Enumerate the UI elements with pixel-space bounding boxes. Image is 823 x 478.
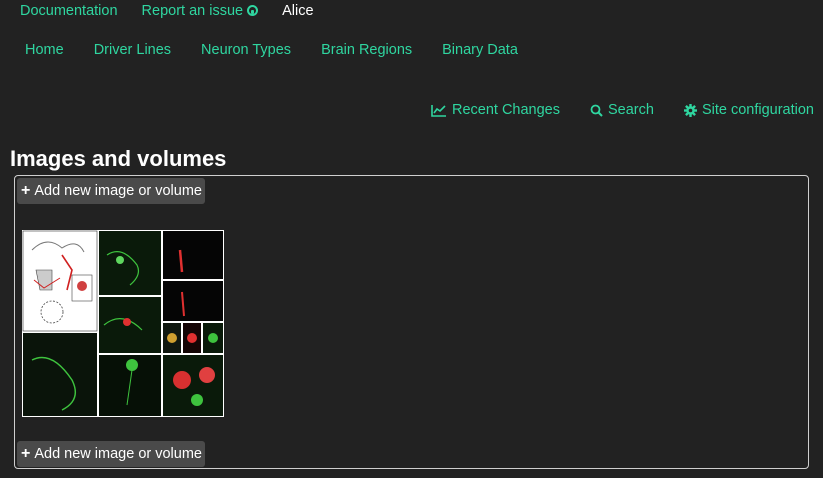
main-nav: Home Driver Lines Neuron Types Brain Reg… (25, 42, 548, 58)
plus-icon: + (21, 445, 31, 462)
github-icon (247, 5, 259, 16)
image-thumbnail[interactable] (22, 230, 224, 417)
nav-brain-regions[interactable]: Brain Regions (321, 42, 412, 58)
nav-driver-lines[interactable]: Driver Lines (94, 42, 171, 58)
plus-icon: + (21, 182, 31, 199)
site-configuration-link[interactable]: Site configuration (683, 102, 814, 118)
sub-nav: Recent Changes Search Site configuration (401, 102, 814, 118)
line-chart-icon (431, 104, 446, 117)
recent-changes-link[interactable]: Recent Changes (431, 102, 560, 118)
report-issue-link[interactable]: Report an issue (142, 3, 259, 19)
recent-changes-label: Recent Changes (451, 102, 560, 118)
site-configuration-label: Site configuration (701, 102, 814, 118)
nav-binary-data[interactable]: Binary Data (442, 42, 518, 58)
page-title: Images and volumes (10, 146, 227, 171)
add-image-label: Add new image or volume (34, 183, 202, 199)
nav-home[interactable]: Home (25, 42, 64, 58)
nav-neuron-types[interactable]: Neuron Types (201, 42, 291, 58)
top-bar: Documentation Report an issue Alice (20, 2, 338, 20)
documentation-link[interactable]: Documentation (20, 3, 118, 19)
search-link[interactable]: Search (590, 102, 654, 118)
search-icon (590, 104, 603, 117)
report-issue-label: Report an issue (141, 3, 244, 19)
gear-icon (683, 103, 697, 117)
search-label: Search (608, 102, 654, 118)
add-image-button-bottom[interactable]: + Add new image or volume (17, 441, 205, 467)
images-panel: + Add new image or volume + Add new imag… (14, 175, 809, 469)
add-image-label: Add new image or volume (34, 446, 202, 462)
user-name[interactable]: Alice (282, 3, 313, 19)
add-image-button-top[interactable]: + Add new image or volume (17, 178, 205, 204)
